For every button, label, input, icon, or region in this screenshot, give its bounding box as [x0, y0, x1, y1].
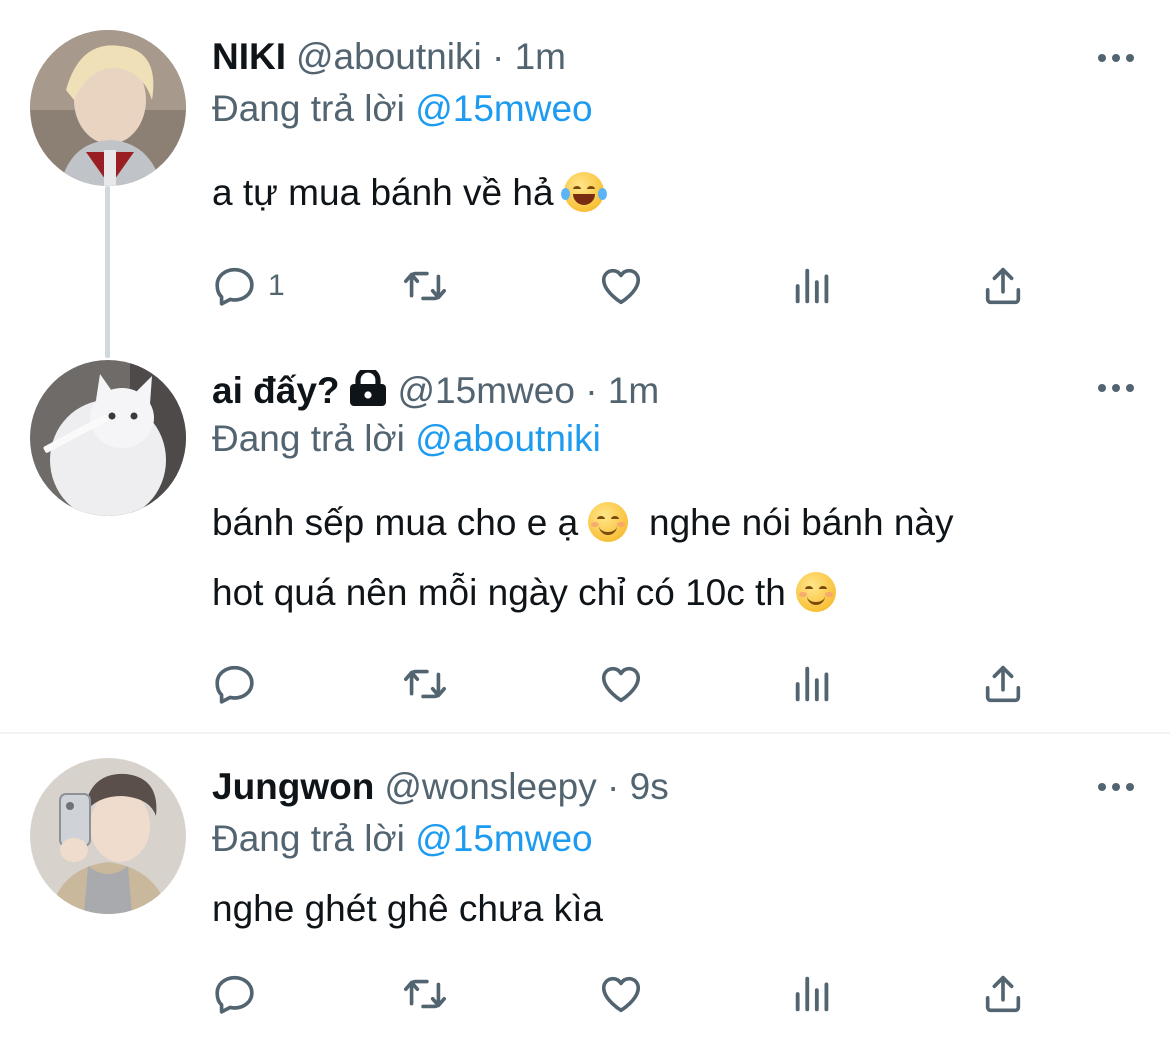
handle-and-time[interactable]: @aboutniki · 1m [296, 36, 566, 77]
heart-icon [601, 666, 641, 703]
handle: @15mweo [397, 370, 575, 411]
view-stats-button[interactable] [790, 660, 836, 708]
bar-chart-icon [795, 976, 829, 1012]
dot-separator: · [607, 766, 620, 807]
smiling-face-emoji-icon [796, 572, 837, 612]
tweet-niki[interactable]: NIKI @aboutniki · 1m Đang trả lời @15mweo… [0, 0, 1170, 358]
like-button[interactable] [598, 262, 644, 310]
display-name[interactable]: Jungwon [212, 766, 374, 807]
dot-separator: · [491, 36, 505, 77]
display-name[interactable]: NIKI [212, 36, 286, 77]
share-button[interactable] [980, 660, 1026, 708]
display-name[interactable]: ai đấy? [212, 370, 340, 411]
heart-icon [601, 268, 641, 305]
view-stats-button[interactable] [790, 262, 836, 310]
tweet-text-segment: nghe nói bánh này [649, 502, 954, 543]
share-button[interactable] [980, 970, 1026, 1018]
timestamp: 9s [629, 766, 669, 807]
mention-link[interactable]: @15mweo [415, 818, 592, 859]
retweet-icon [404, 271, 446, 301]
avatar-niki[interactable] [30, 30, 186, 186]
reply-count: 1 [268, 269, 285, 302]
handle-and-time[interactable]: @wonsleepy · 9s [384, 766, 668, 807]
timestamp: 1m [514, 36, 566, 77]
tweet-text-line-1: bánh sếp mua cho e ạ nghe nói bánh này [212, 488, 1112, 558]
view-stats-button[interactable] [790, 970, 836, 1018]
tweet-text-line-2: hot quá nên mỗi ngày chỉ có 10c th [212, 558, 1112, 628]
heart-icon [601, 976, 641, 1013]
more-dots-icon [1098, 54, 1106, 62]
retweet-button[interactable] [402, 262, 448, 310]
avatar-cat-image [30, 360, 186, 516]
timestamp: 1m [607, 370, 660, 411]
tweet-text-segment: bánh sếp mua cho e ạ [212, 502, 579, 543]
tweet-header: NIKI @aboutniki · 1m [212, 32, 566, 82]
replying-label: Đang trả lời [212, 818, 405, 859]
reply-button[interactable] [212, 660, 258, 708]
reply-button[interactable]: 1 [212, 262, 285, 310]
replying-label: Đang trả lời [212, 418, 405, 459]
reply-bubble-icon [215, 975, 254, 1014]
retweet-button[interactable] [402, 970, 448, 1018]
handle: @aboutniki [296, 36, 482, 77]
like-button[interactable] [598, 970, 644, 1018]
tweet-actions [212, 660, 1042, 708]
reply-bubble-icon [215, 665, 254, 704]
bar-chart-icon [795, 268, 829, 304]
mention-link[interactable]: @15mweo [415, 88, 592, 129]
handle-and-time[interactable]: @15mweo · 1m [398, 370, 660, 411]
tweet-15mweo[interactable]: ai đấy? @15mweo · 1m Đang trả lời @aboutn… [0, 340, 1170, 732]
retweet-icon [404, 669, 446, 699]
retweet-button[interactable] [402, 660, 448, 708]
replying-to-line: Đang trả lời @aboutniki [212, 414, 601, 464]
more-options-button[interactable] [1096, 381, 1136, 393]
lock-icon [349, 370, 386, 406]
tweet-actions: 1 [212, 262, 1042, 310]
replying-to-line: Đang trả lời @15mweo [212, 814, 593, 864]
avatar-niki-image [30, 30, 186, 186]
handle: @wonsleepy [384, 766, 597, 807]
share-button[interactable] [980, 262, 1026, 310]
tweet-header: ai đấy? @15mweo · 1m [212, 366, 659, 416]
mention-link[interactable]: @aboutniki [415, 418, 601, 459]
tweet-actions [212, 970, 1042, 1018]
more-options-button[interactable] [1096, 780, 1136, 792]
tweet-text: a tự mua bánh về hả [212, 158, 1112, 228]
share-upload-icon [985, 267, 1021, 305]
dot-separator: · [585, 370, 598, 411]
replying-label: Đang trả lời [212, 88, 405, 129]
smiling-face-emoji-icon [588, 502, 629, 542]
share-upload-icon [985, 665, 1021, 703]
like-button[interactable] [598, 660, 644, 708]
retweet-icon [404, 979, 446, 1009]
avatar-jungwon-image [30, 758, 186, 914]
more-dots-icon [1098, 783, 1106, 791]
reply-bubble-icon [215, 267, 254, 306]
bar-chart-icon [795, 666, 829, 702]
tweet-text: nghe ghét ghê chưa kìa [212, 888, 603, 929]
more-options-button[interactable] [1096, 51, 1136, 63]
tweet-header: Jungwon @wonsleepy · 9s [212, 762, 669, 812]
tweet-text-segment: hot quá nên mỗi ngày chỉ có 10c th [212, 572, 786, 613]
replying-to-line: Đang trả lời @15mweo [212, 84, 593, 134]
more-dots-icon [1098, 384, 1106, 392]
reply-button[interactable] [212, 970, 258, 1018]
tweet-text-content: a tự mua bánh về hả [212, 172, 554, 213]
tweet-text: bánh sếp mua cho e ạ nghe nói bánh này h… [212, 488, 1112, 628]
tears-of-joy-emoji-icon [560, 172, 607, 212]
tweet-jungwon[interactable]: Jungwon @wonsleepy · 9s Đang trả lời @15m… [0, 734, 1170, 1043]
avatar-15mweo[interactable] [30, 360, 186, 516]
thread-connector-line [105, 186, 110, 358]
avatar-jungwon[interactable] [30, 758, 186, 914]
share-upload-icon [985, 975, 1021, 1013]
